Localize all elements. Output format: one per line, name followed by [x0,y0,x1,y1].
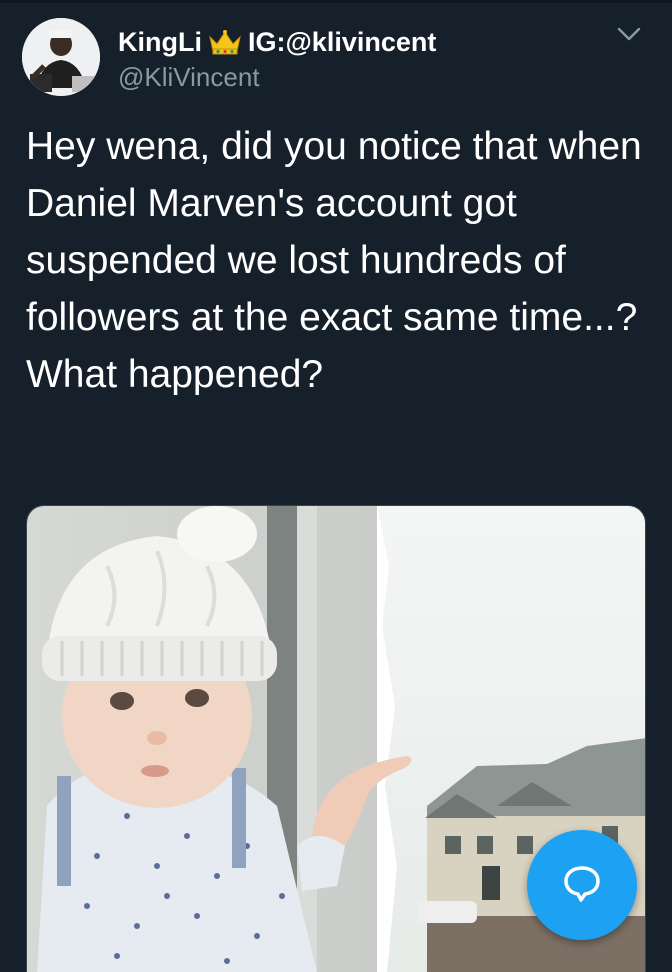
divider [0,0,672,3]
tweet-card: KingLi IG:@klivincent @KliVincent Hey we… [0,0,672,972]
compose-reply-button[interactable] [527,830,637,940]
display-name-suffix: IG:@klivincent [247,26,437,57]
crown-icon [208,29,242,55]
display-name[interactable]: KingLi [118,27,202,58]
user-handle[interactable]: @KliVincent [118,62,260,93]
chevron-down-icon[interactable] [616,24,642,44]
compose-reply-icon [559,860,605,911]
tweet-text: Hey wena, did you notice that when Danie… [26,125,642,396]
avatar[interactable] [22,18,100,96]
display-name-row[interactable]: KingLi IG:@klivincent [118,26,436,58]
